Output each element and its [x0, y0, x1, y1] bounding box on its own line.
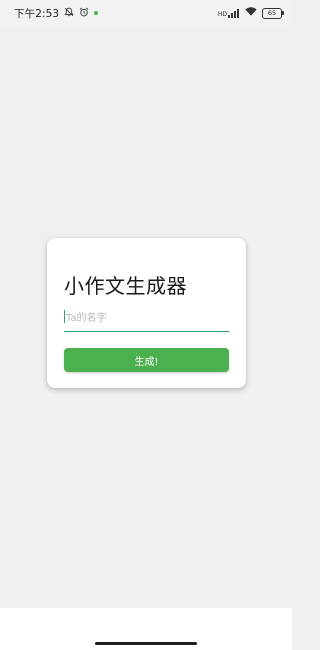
generator-card: 小作文生成器 生成!	[47, 238, 246, 388]
navigation-bar	[0, 608, 292, 650]
page-title: 小作文生成器	[64, 274, 187, 298]
battery-icon: 65	[262, 7, 284, 19]
main-content: 小作文生成器 生成!	[0, 26, 292, 608]
name-input[interactable]	[64, 306, 231, 330]
generate-button[interactable]: 生成!	[64, 348, 229, 372]
status-bar-right: HD 65	[218, 7, 284, 19]
home-indicator[interactable]	[95, 642, 197, 645]
battery-level: 65	[267, 8, 277, 17]
status-bar: 下午2:53 HD 65	[0, 0, 292, 26]
signal-icon: HD	[218, 8, 240, 18]
name-field[interactable]	[64, 306, 231, 332]
status-bar-left: 下午2:53	[14, 6, 99, 21]
mute-bell-icon	[64, 7, 74, 20]
status-time: 下午2:53	[14, 7, 60, 20]
wifi-icon	[245, 7, 257, 19]
notification-dot-icon	[94, 11, 99, 15]
alarm-icon	[79, 7, 89, 20]
